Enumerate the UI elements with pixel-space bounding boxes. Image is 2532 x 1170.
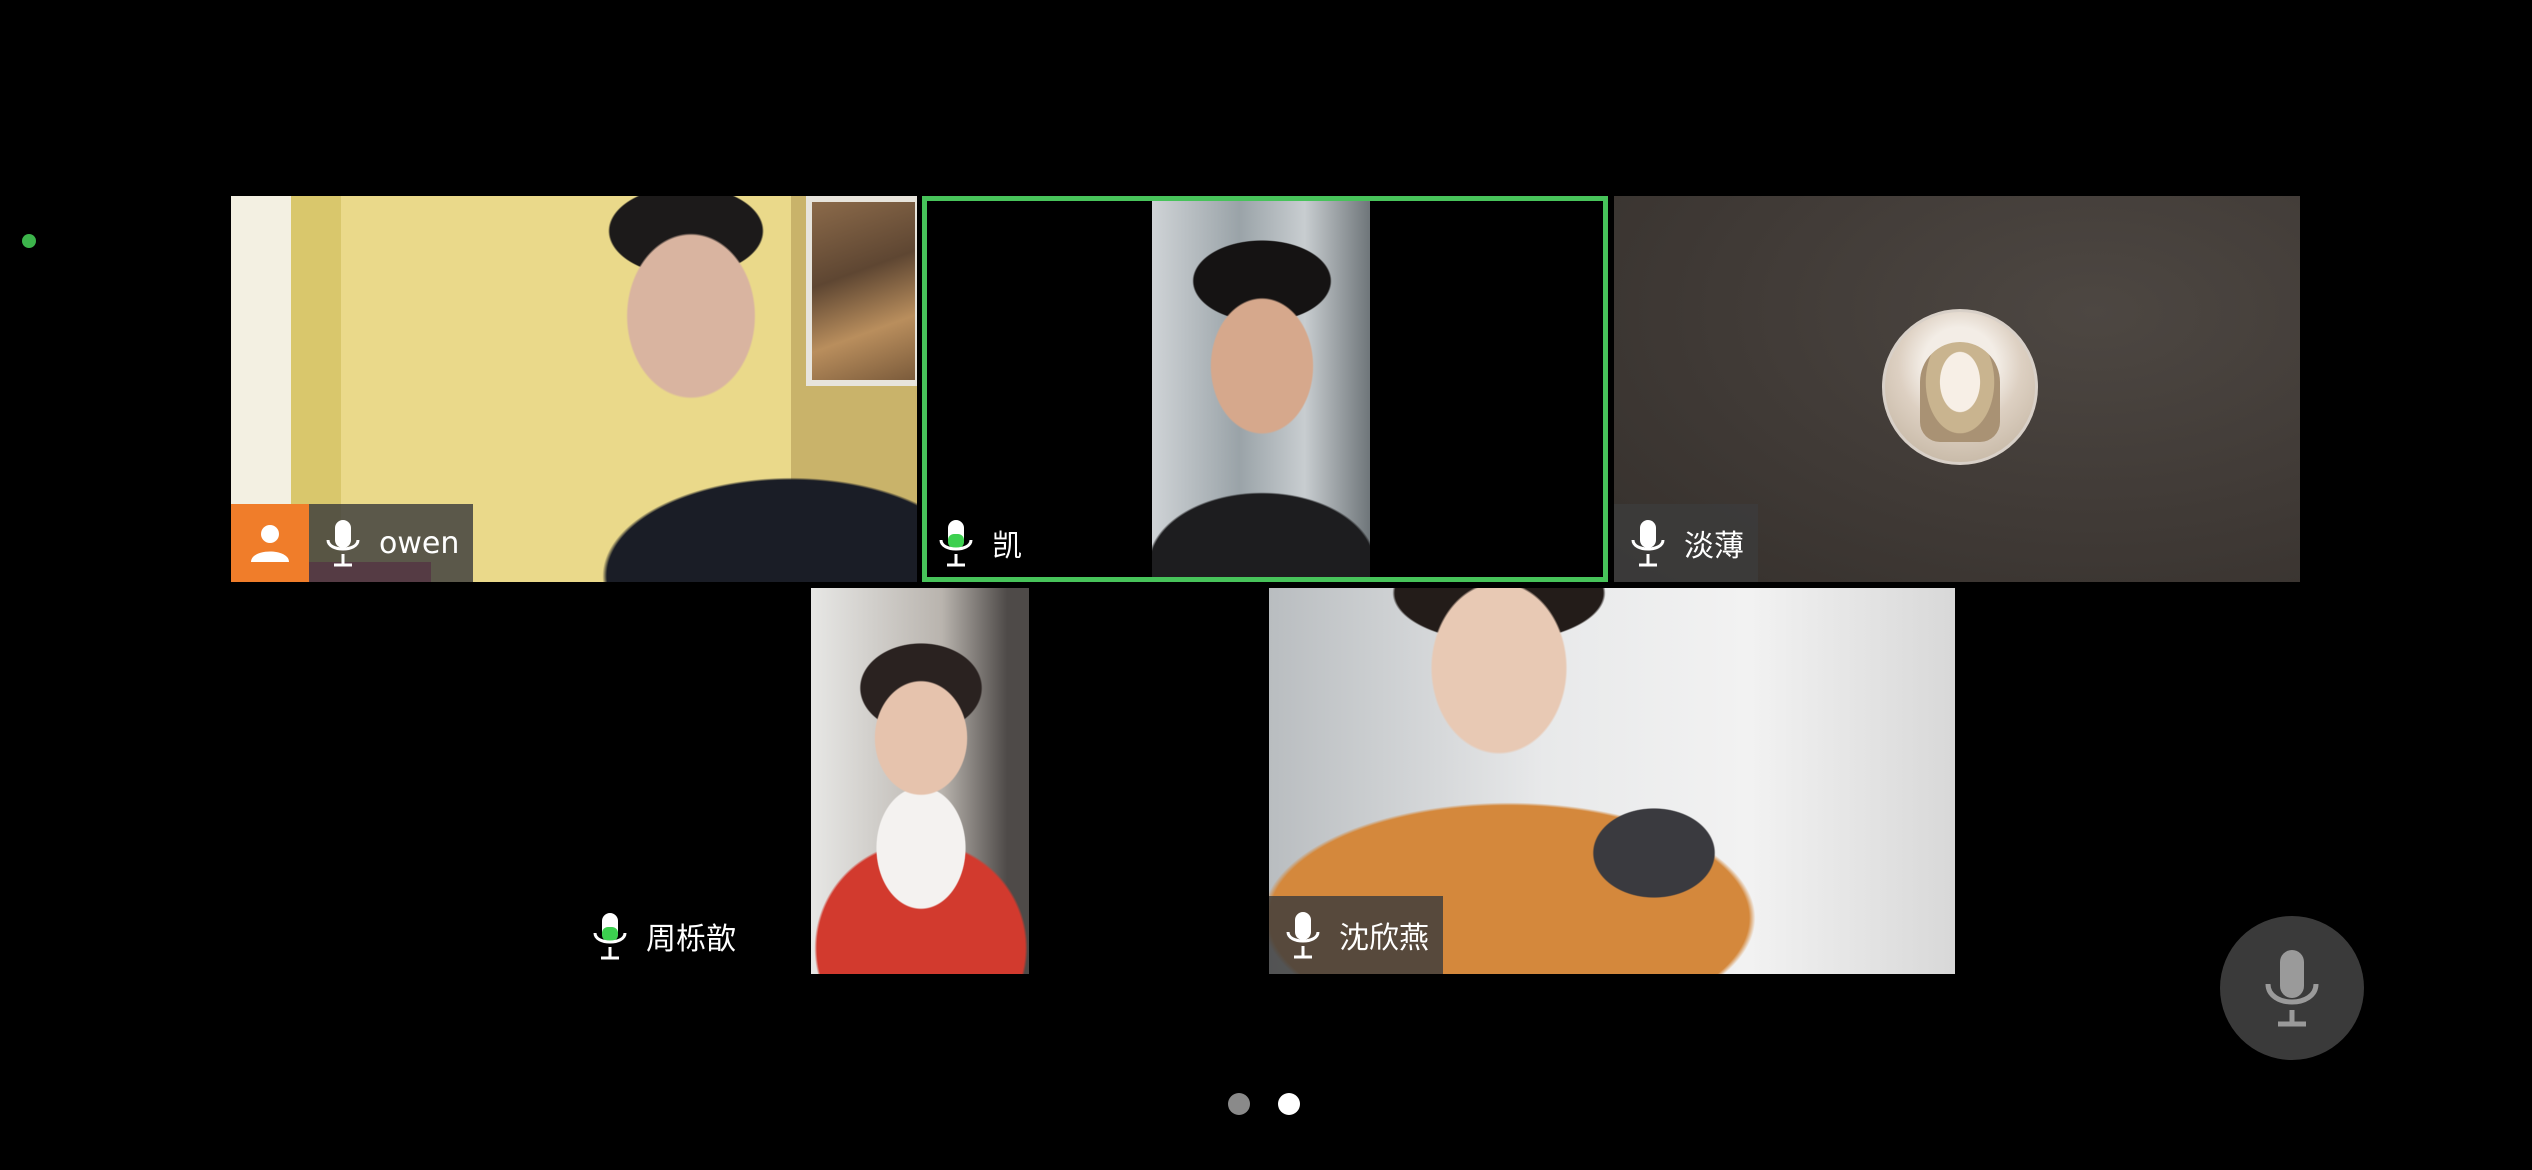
mute-toggle-button[interactable] xyxy=(2220,916,2364,1060)
participant-video xyxy=(811,588,1029,974)
participant-name: owen xyxy=(379,525,460,561)
participant-label: 凯 xyxy=(922,504,1036,582)
microphone-icon xyxy=(1631,520,1665,567)
connection-status-dot xyxy=(22,234,36,248)
participant-tile-danbo[interactable]: 淡薄 xyxy=(1614,196,2300,582)
microphone-icon xyxy=(2265,950,2319,1027)
participant-tile-owen[interactable]: owen xyxy=(231,196,917,582)
page-dot-1[interactable] xyxy=(1228,1093,1250,1115)
participant-name: 沈欣燕 xyxy=(1339,921,1429,956)
page-indicator xyxy=(1228,1093,1300,1115)
participant-label-zhou: 周栎歆 xyxy=(590,910,736,962)
microphone-icon xyxy=(1286,912,1320,959)
participant-name: 周栎歆 xyxy=(646,922,736,957)
microphone-icon xyxy=(326,520,360,567)
participant-tile-zhou[interactable] xyxy=(811,588,1029,974)
participant-label: owen xyxy=(231,504,474,582)
host-icon xyxy=(231,504,309,582)
meeting-stage: owen 凯 淡薄 周栎歆 沈欣燕 xyxy=(0,0,2532,1170)
page-dot-2[interactable] xyxy=(1278,1093,1300,1115)
participant-tile-kai[interactable]: 凯 xyxy=(922,196,1608,582)
participant-name: 淡薄 xyxy=(1684,529,1744,564)
participant-label: 淡薄 xyxy=(1614,504,1758,582)
participant-label: 沈欣燕 xyxy=(1269,896,1443,974)
participant-tile-shen[interactable]: 沈欣燕 xyxy=(1269,588,1955,974)
avatar xyxy=(1882,309,2038,465)
microphone-speaking-icon xyxy=(939,520,973,567)
participant-name: 凯 xyxy=(992,529,1022,564)
participant-video xyxy=(1152,196,1370,582)
microphone-speaking-icon xyxy=(593,913,627,960)
wall-picture xyxy=(806,196,917,386)
